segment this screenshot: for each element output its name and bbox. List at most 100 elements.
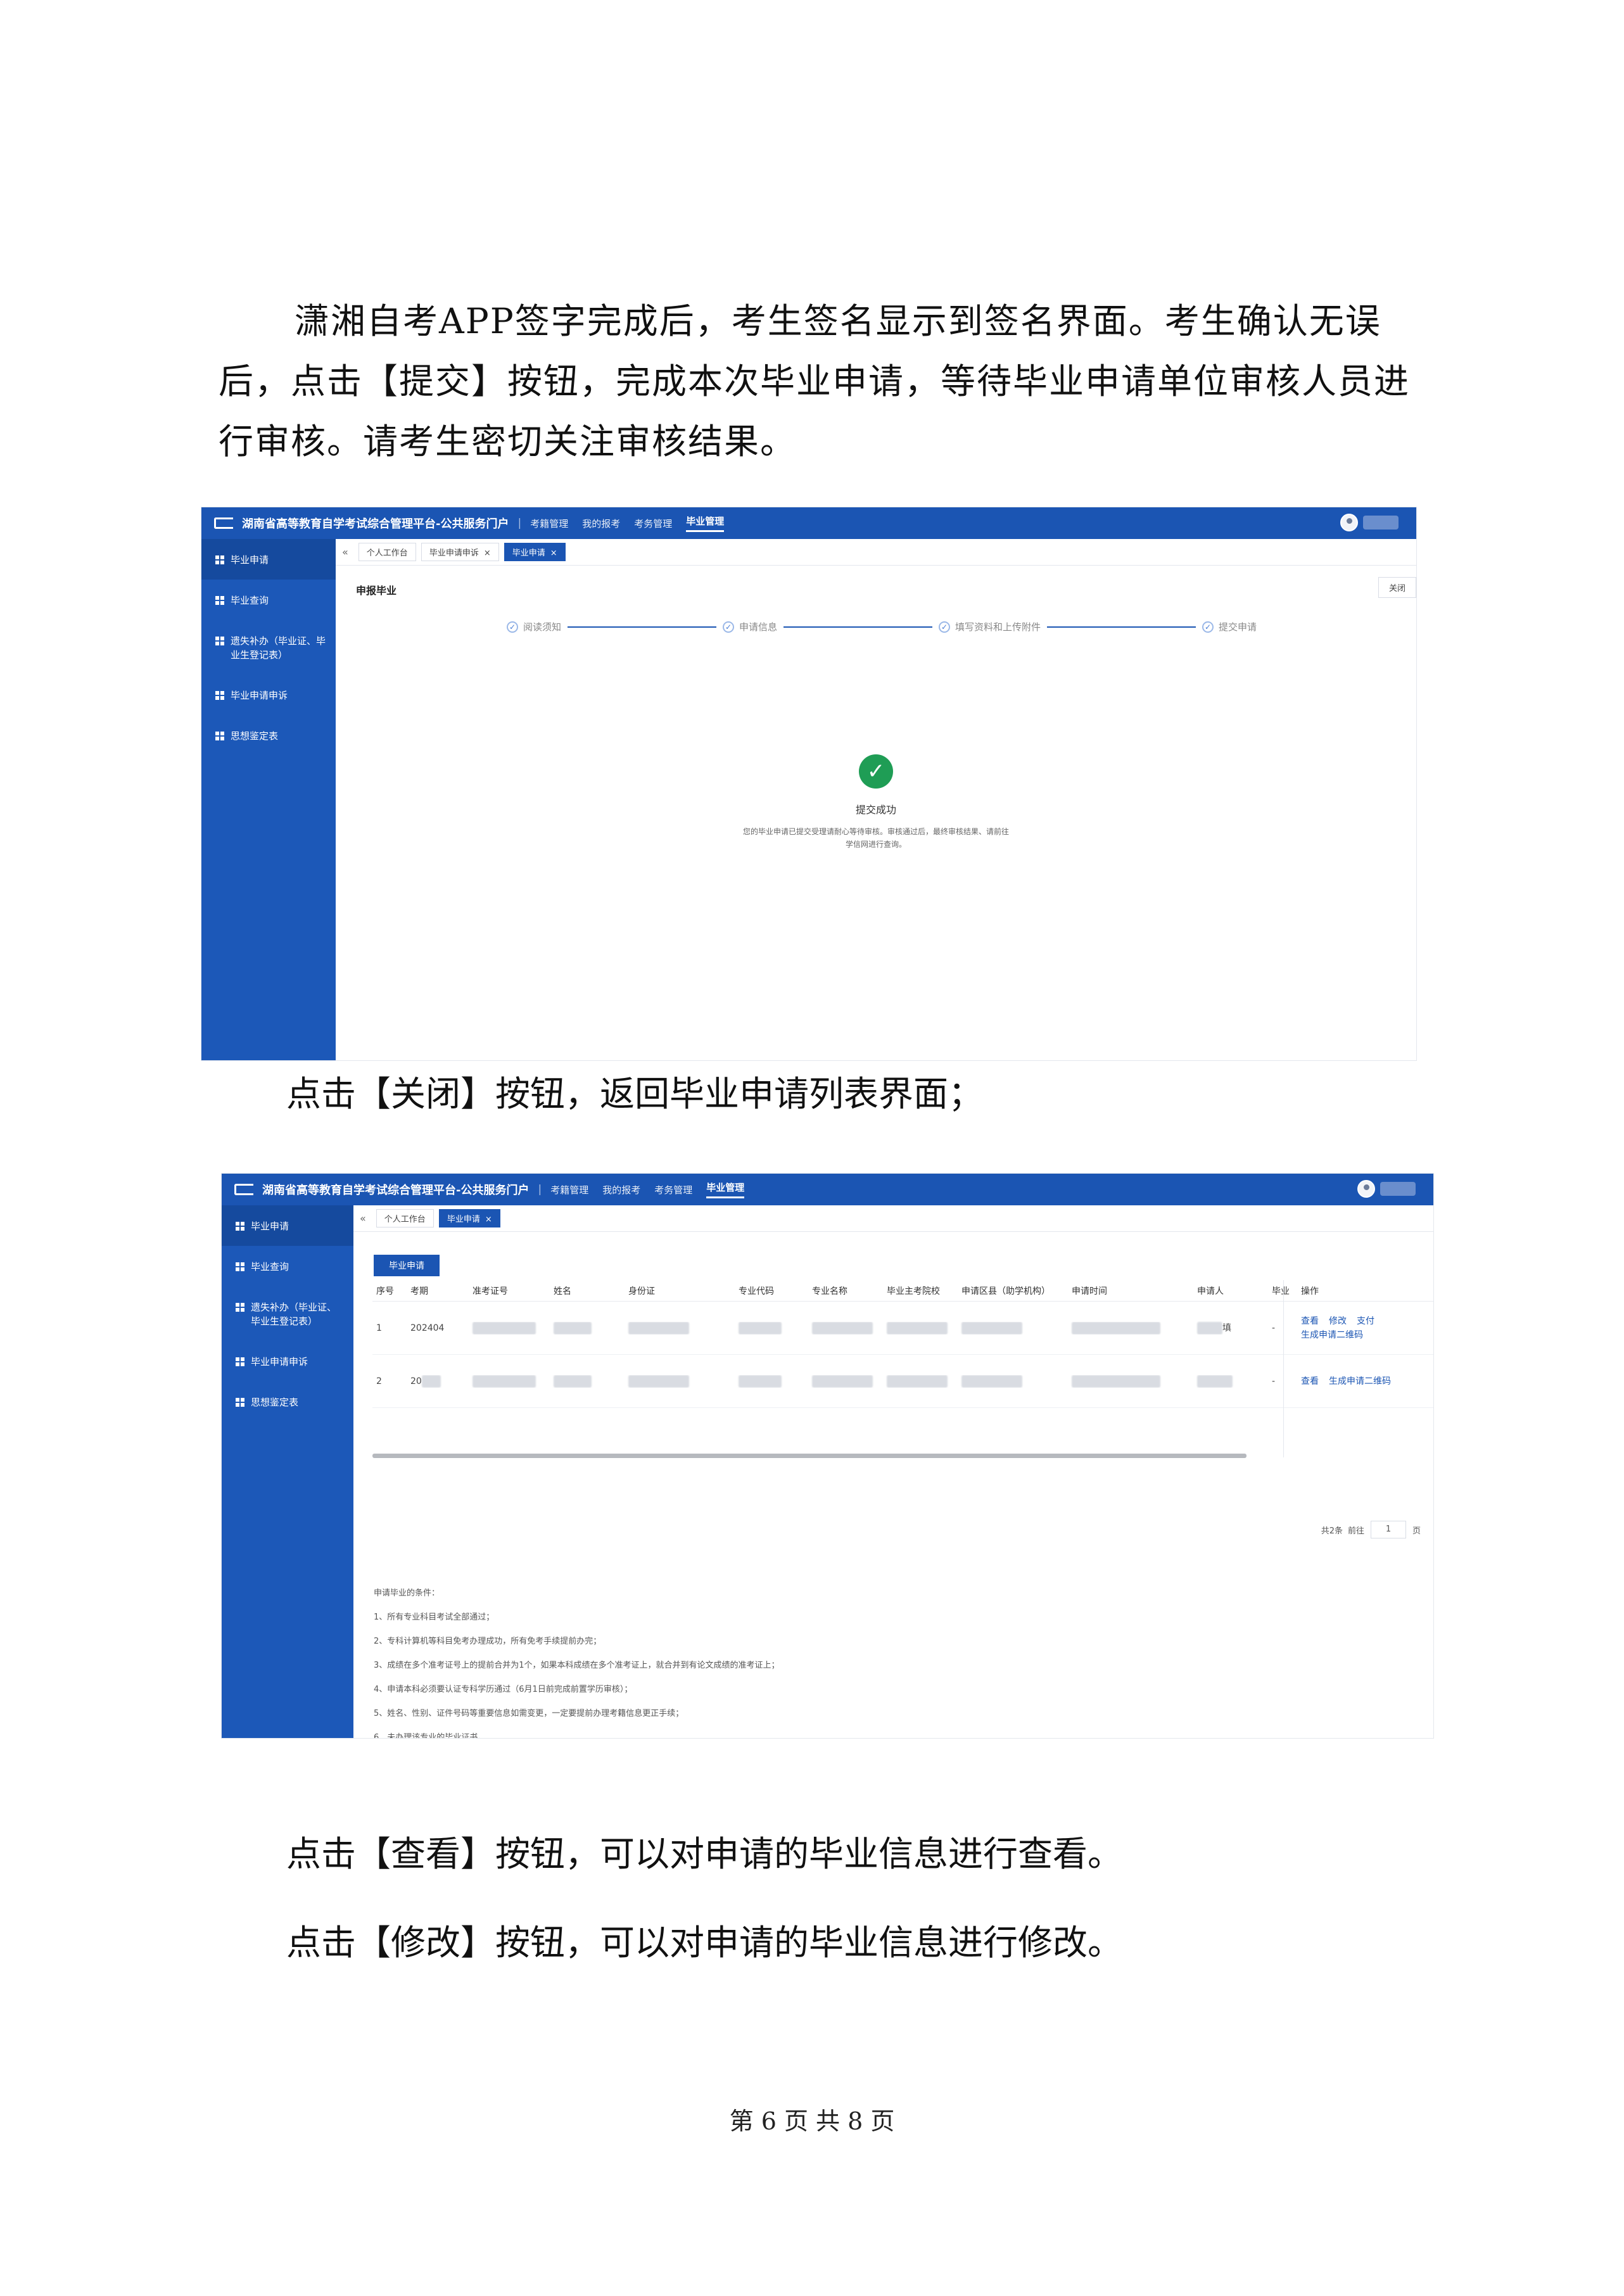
menu-registration[interactable]: 我的报考 (602, 1183, 640, 1196)
qr-code-link[interactable]: 生成申请二维码 (1329, 1376, 1391, 1386)
col-header: 毕业 (1272, 1286, 1290, 1297)
view-link[interactable]: 查看 (1301, 1376, 1319, 1386)
step-label: 申请信息 (739, 621, 778, 633)
cell-blurred (958, 1374, 1068, 1388)
condition-item: 5、姓名、性别、证件号码等重要信息如需变更，一定要提前办理考籍信息更正手续； (374, 1709, 684, 1718)
col-header: 专业代码 (739, 1286, 774, 1297)
sidebar-label: 毕业查询 (251, 1261, 289, 1272)
condition-item: 3、成绩在多个准考证号上的提前合并为1个，如果本科成绩在多个准考证上，就合并到有… (374, 1661, 780, 1670)
cell-ops: 查看 修改 支付 生成申请二维码 (1297, 1314, 1433, 1342)
grid-icon (215, 691, 224, 700)
col-header: 专业名称 (812, 1286, 847, 1297)
logo-icon (214, 517, 233, 529)
screenshot-submit-success: 湖南省高等教育自学考试综合管理平台-公共服务门户 | 考籍管理 我的报考 考务管… (201, 507, 1417, 1061)
table-header: 序号 考期 准考证号 姓名 身份证 专业代码 专业名称 毕业主考院校 申请区县（… (372, 1280, 1433, 1302)
sidebar-item-reissue[interactable]: 遗失补办（毕业证、毕业生登记表） (222, 1286, 353, 1341)
menu-registration[interactable]: 我的报考 (582, 517, 620, 530)
page-unit: 页 (1412, 1526, 1421, 1536)
col-header: 序号 (376, 1286, 394, 1297)
user-menu[interactable] (1340, 514, 1399, 531)
close-icon[interactable]: × (484, 549, 491, 558)
menu-graduation[interactable]: 毕业管理 (706, 1181, 745, 1198)
conditions-title: 申请毕业的条件： (374, 1589, 440, 1598)
cell-blurred (958, 1321, 1068, 1335)
step-info: ✓ 申请信息 (723, 620, 777, 633)
sidebar-item-query[interactable]: 毕业查询 (222, 1246, 353, 1286)
step-submit: ✓ 提交申请 (1202, 620, 1257, 633)
main-content: « 个人工作台 毕业申请 × 毕业申请 序号 考期 准考证号 姓名 身份证 专业代… (353, 1205, 1433, 1738)
success-message: ✓ 提交成功 您的毕业申请已提交受理请耐心等待审核。审核通过后，最终审核结果、请… (336, 754, 1416, 851)
sidebar-item-appeal[interactable]: 毕业申请申诉 (222, 1341, 353, 1381)
sidebar-item-query[interactable]: 毕业查询 (201, 580, 336, 620)
tab-label: 毕业申请申诉 (429, 549, 479, 558)
tab-apply[interactable]: 毕业申请 × (438, 1209, 500, 1227)
sidebar-label: 思想鉴定表 (231, 730, 279, 742)
col-header: 姓名 (554, 1286, 571, 1297)
user-avatar-icon[interactable] (1340, 514, 1358, 531)
grid-icon (215, 555, 224, 564)
menu-enrollment[interactable]: 考籍管理 (550, 1183, 588, 1196)
sidebar-item-apply[interactable]: 毕业申请 (201, 539, 336, 580)
col-header: 毕业主考院校 (887, 1286, 940, 1297)
close-icon[interactable]: × (550, 549, 557, 558)
cell-no: 1 (376, 1322, 382, 1333)
sidebar-item-appeal[interactable]: 毕业申请申诉 (201, 675, 336, 715)
col-header: 操作 (1301, 1286, 1319, 1297)
step-upload: ✓ 填写资料和上传附件 (939, 620, 1041, 633)
horizontal-scrollbar[interactable] (372, 1454, 1247, 1458)
tab-apply[interactable]: 毕业申请 × (504, 543, 566, 561)
menu-exam-affairs[interactable]: 考务管理 (654, 1183, 692, 1196)
tab-appeal[interactable]: 毕业申请申诉 × (421, 543, 499, 561)
cell-applicant: 填 (1193, 1321, 1268, 1335)
panel-title: 申报毕业 (356, 585, 397, 597)
cell-blurred (883, 1374, 958, 1388)
sidebar-label: 毕业申请申诉 (231, 690, 288, 701)
menu-exam-affairs[interactable]: 考务管理 (634, 517, 672, 530)
grid-icon (236, 1357, 244, 1366)
user-menu[interactable] (1357, 1180, 1416, 1198)
grid-icon (215, 596, 224, 605)
table-row: 1 202404 填 - 查看 修改 支付 生成申请二维码 (372, 1302, 1433, 1355)
sidebar-item-evaluation[interactable]: 思想鉴定表 (201, 715, 336, 756)
screenshot-application-list: 湖南省高等教育自学考试综合管理平台-公共服务门户 | 考籍管理 我的报考 考务管… (221, 1173, 1434, 1739)
page-input[interactable]: 1 (1370, 1521, 1406, 1538)
step-connector (568, 626, 717, 628)
col-header: 准考证号 (473, 1286, 508, 1297)
application-table: 序号 考期 准考证号 姓名 身份证 专业代码 专业名称 毕业主考院校 申请区县（… (372, 1280, 1433, 1408)
paragraph-submit: 潇湘自考APP签字完成后，考生签名显示到签名界面。考生确认无误后，点击【提交】按… (219, 301, 1411, 462)
step-connector (1047, 626, 1196, 628)
progress-steps: ✓ 阅读须知 ✓ 申请信息 ✓ 填写资料和上传附件 ✓ 提交申请 (507, 620, 1257, 633)
view-link[interactable]: 查看 (1301, 1316, 1319, 1326)
cell-grad: - (1272, 1322, 1276, 1333)
col-header: 申请区县（助学机构） (961, 1286, 1050, 1297)
edit-link[interactable]: 修改 (1329, 1316, 1347, 1326)
sidebar: 毕业申请 毕业查询 遗失补办（毕业证、毕业生登记表） 毕业申请申诉 思想鉴定表 (201, 539, 336, 1060)
conditions-notes: 申请毕业的条件： 1、所有专业科目考试全部通过； 2、专科计算机等科目免考办理成… (374, 1582, 780, 1738)
step-connector (783, 626, 933, 628)
sidebar-item-reissue[interactable]: 遗失补办（毕业证、毕业生登记表） (201, 620, 336, 675)
term-text: 20 (410, 1376, 422, 1386)
menu-graduation[interactable]: 毕业管理 (686, 514, 725, 532)
user-name-blurred (1380, 1182, 1416, 1196)
collapse-icon[interactable]: « (360, 1212, 366, 1224)
tabs-bar: « 个人工作台 毕业申请 × (353, 1205, 1433, 1232)
cell-blurred (808, 1374, 883, 1388)
success-check-icon: ✓ (859, 754, 893, 789)
pay-link[interactable]: 支付 (1357, 1316, 1374, 1326)
close-button[interactable]: 关闭 (1378, 577, 1416, 598)
cell-blurred (550, 1374, 625, 1388)
sidebar-item-evaluation[interactable]: 思想鉴定表 (222, 1381, 353, 1422)
collapse-icon[interactable]: « (342, 546, 348, 558)
menu-enrollment[interactable]: 考籍管理 (530, 517, 568, 530)
cell-blurred (469, 1374, 550, 1388)
goto-label: 前往 (1347, 1526, 1364, 1536)
close-icon[interactable]: × (485, 1215, 492, 1224)
paragraph-close: 点击【关闭】按钮，返回毕业申请列表界面； (286, 1074, 984, 1114)
condition-item: 1、所有专业科目考试全部通过； (374, 1613, 495, 1622)
apply-graduation-button[interactable]: 毕业申请 (374, 1255, 440, 1276)
qr-code-link[interactable]: 生成申请二维码 (1301, 1330, 1363, 1340)
user-avatar-icon[interactable] (1357, 1180, 1375, 1198)
sidebar-item-apply[interactable]: 毕业申请 (222, 1205, 353, 1246)
tab-workbench[interactable]: 个人工作台 (358, 543, 416, 561)
tab-workbench[interactable]: 个人工作台 (376, 1209, 434, 1227)
